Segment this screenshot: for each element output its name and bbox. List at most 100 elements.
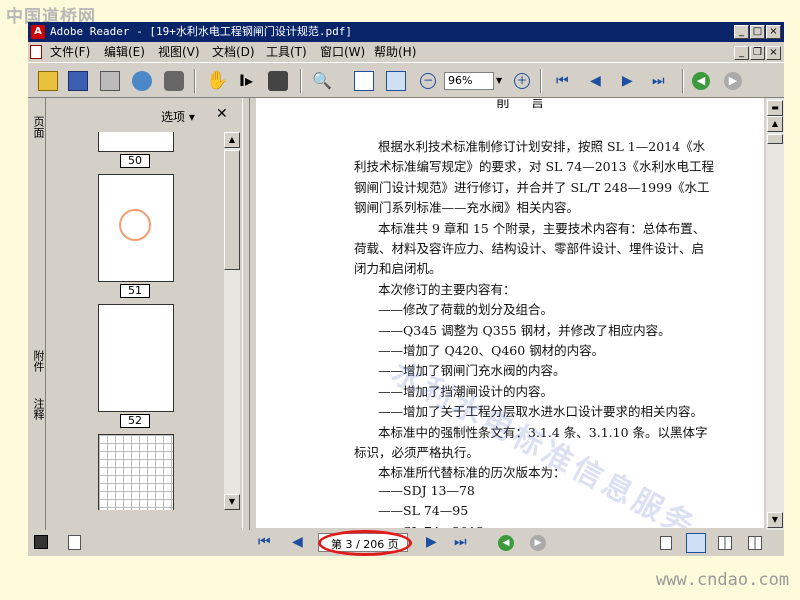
previous-page-icon[interactable]: ◀ (590, 71, 610, 91)
close-panel-icon[interactable]: ✕ (216, 106, 228, 122)
fit-page-icon[interactable] (354, 71, 374, 91)
thumbnail-scrollbar[interactable]: ▲ ▼ (224, 132, 240, 510)
tab-comments[interactable]: 注释 (29, 398, 45, 438)
document-line: 根据水利技术标准制修订计划安排，按照 SL 1—2014《水 (378, 139, 706, 154)
menu-window[interactable]: 窗口(W) (320, 42, 365, 62)
toolbar-separator (300, 69, 302, 93)
scroll-thumb[interactable] (224, 150, 240, 270)
pdf-doc-icon (30, 45, 42, 59)
window-title: Adobe Reader - [19+水利水电工程钢闸门设计规范.pdf] (50, 25, 352, 38)
nav-go-back-icon[interactable]: ◀ (498, 535, 514, 551)
app-icon: A (31, 25, 45, 39)
toolbar-separator (682, 69, 684, 93)
open-icon[interactable] (38, 71, 58, 91)
first-page-icon[interactable]: ⏮ (556, 71, 576, 91)
zoom-out-icon[interactable]: − (420, 73, 436, 89)
thumbnail-page-52[interactable] (98, 304, 174, 412)
document-line: 钢闸门设计规范》进行修订，并合并了 SL/T 248—1999《水工 (354, 179, 710, 195)
app-window: A Adobe Reader - [19+水利水电工程钢闸门设计规范.pdf] … (28, 22, 784, 556)
page-label-52: 52 (120, 414, 150, 428)
menu-edit[interactable]: 编辑(E) (104, 42, 145, 62)
doc-split-icon[interactable]: ▬ (767, 100, 783, 116)
options-label: 选项 (161, 110, 186, 124)
document-line: 标识，必须严格执行。 (354, 445, 480, 460)
toolbar: ✋ I▸ 🔍 − 96% ▼ + ⏮ ◀ ▶ ⏭ ◀ ▶ (28, 62, 784, 98)
close-button[interactable]: × (766, 25, 781, 39)
continuous-facing-icon[interactable] (748, 536, 762, 550)
print-icon[interactable] (100, 71, 120, 91)
toolbar-separator (540, 69, 542, 93)
menu-view[interactable]: 视图(V) (158, 42, 200, 62)
page-navigation-bar: ⏮ ◀ 第 3 / 206 页 ▶ ⏭ ◀ ▶ (248, 530, 784, 556)
document-line: 利技术标准编写规定》的要求，对 SL 74—2013《水利水电工程 (354, 159, 715, 175)
continuous-layout-icon[interactable] (686, 533, 706, 553)
doc-minimize-button[interactable]: _ (734, 46, 749, 60)
document-line: ——SL 74—95 (378, 503, 469, 519)
page-label-51: 51 (120, 284, 150, 298)
doc-scroll-down-icon[interactable]: ▼ (767, 512, 783, 528)
nav-first-page-icon[interactable]: ⏮ (258, 534, 271, 550)
menu-bar: 文件(F) 编辑(E) 视图(V) 文档(D) 工具(T) 窗口(W) 帮助(H… (28, 42, 784, 62)
search-binoculars-icon[interactable] (164, 71, 184, 91)
nav-next-page-icon[interactable]: ▶ (426, 534, 437, 550)
menu-tools[interactable]: 工具(T) (266, 42, 307, 62)
page-heading: 前 言 (496, 98, 553, 111)
go-back-icon[interactable]: ◀ (692, 72, 710, 90)
document-scrollbar[interactable]: ▬ ▲ ▼ (766, 98, 784, 530)
thumbnail-page-50[interactable] (98, 132, 174, 152)
options-menu[interactable]: 选项 ▾ (161, 108, 195, 125)
single-page-layout-icon[interactable] (660, 536, 672, 550)
menu-help[interactable]: 帮助(H) (374, 42, 416, 62)
document-line: ——修改了荷载的划分及组合。 (378, 302, 554, 318)
status-left (28, 530, 248, 556)
nav-last-page-icon[interactable]: ⏭ (454, 534, 467, 550)
zoom-value: 96% (448, 74, 473, 87)
nav-go-forward-icon[interactable]: ▶ (530, 535, 546, 551)
panel-splitter[interactable] (242, 98, 250, 530)
side-tabs: 页面 附件 注释 (28, 98, 46, 530)
title-bar: A Adobe Reader - [19+水利水电工程钢闸门设计规范.pdf] … (28, 22, 784, 42)
document-line: 闭力和启闭机。 (354, 261, 442, 277)
minimize-button[interactable]: _ (734, 25, 749, 39)
doc-scroll-up-icon[interactable]: ▲ (767, 116, 783, 132)
page-label-50: 50 (120, 154, 150, 168)
document-line: 本次修订的主要内容有： (378, 281, 516, 297)
next-page-icon[interactable]: ▶ (622, 71, 642, 91)
zoom-field[interactable]: 96% (444, 72, 494, 90)
zoom-in-icon[interactable]: + (514, 73, 530, 89)
menu-file[interactable]: 文件(F) (50, 42, 90, 62)
page-icon[interactable] (68, 535, 81, 550)
zoom-in-tool-icon[interactable]: 🔍 (312, 71, 332, 91)
doc-scroll-thumb[interactable] (767, 134, 783, 144)
select-text-icon[interactable]: I▸ (236, 71, 256, 91)
save-icon[interactable] (68, 71, 88, 91)
tab-pages[interactable]: 页面 (29, 116, 45, 152)
fit-width-icon[interactable] (386, 71, 406, 91)
hand-tool-icon[interactable]: ✋ (206, 71, 228, 91)
thumbnail-page-51[interactable] (98, 174, 174, 282)
toolbar-separator (194, 69, 196, 93)
go-forward-icon[interactable]: ▶ (724, 72, 742, 90)
document-line: 本标准共 9 章和 15 个附录，主要技术内容有：总体布置、 (378, 220, 706, 236)
site-watermark-bottom: www.cndao.com (656, 570, 790, 590)
doc-restore-button[interactable]: ❐ (750, 46, 765, 60)
document-line: ——Q345 调整为 Q355 钢材，并修改了相应内容。 (378, 322, 671, 338)
thumbnail-area: 50 51 52 (50, 132, 222, 510)
maximize-button[interactable]: □ (750, 25, 765, 39)
zoom-dropdown-icon[interactable]: ▼ (496, 73, 506, 89)
menu-document[interactable]: 文档(D) (212, 42, 255, 62)
doc-close-button[interactable]: × (766, 46, 781, 60)
document-page: 前 言 根据水利技术标准制修订计划安排，按照 SL 1—2014《水利技术标准编… (256, 98, 764, 528)
last-page-icon[interactable]: ⏭ (652, 71, 672, 91)
thumbnail-page-53[interactable] (98, 434, 174, 510)
nav-previous-page-icon[interactable]: ◀ (292, 534, 303, 550)
tab-attachments[interactable]: 附件 (29, 350, 45, 390)
monitor-icon[interactable] (34, 535, 48, 549)
scroll-up-icon[interactable]: ▲ (224, 132, 240, 148)
snapshot-icon[interactable] (268, 71, 288, 91)
facing-layout-icon[interactable] (718, 536, 732, 550)
thumbnails-panel: 选项 ▾ ✕ 50 51 52 ▲ ▼ (46, 98, 242, 530)
scroll-down-icon[interactable]: ▼ (224, 494, 240, 510)
email-icon[interactable] (132, 71, 152, 91)
document-line: ——SL 74—2013 (378, 524, 484, 528)
